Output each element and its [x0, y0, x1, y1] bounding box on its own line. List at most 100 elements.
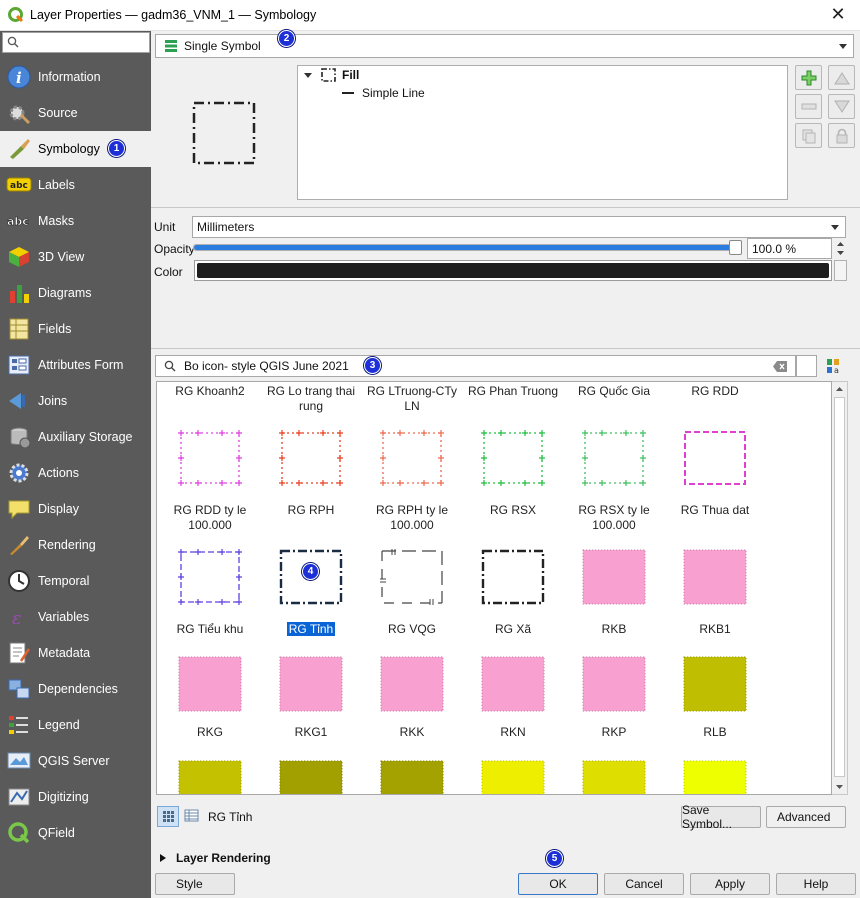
- scroll-thumb[interactable]: [834, 397, 845, 777]
- icon-view-toggle[interactable]: [157, 806, 179, 827]
- symbol-thumbnail[interactable]: [279, 760, 343, 794]
- sidebar-item-legend[interactable]: Legend: [0, 707, 151, 743]
- sidebar-item-auxiliary-storage[interactable]: Auxiliary Storage: [0, 419, 151, 455]
- sidebar-item-variables[interactable]: ε Variables: [0, 599, 151, 635]
- cube-3d-icon: [6, 244, 32, 270]
- sidebar-item-labels[interactable]: abc Labels: [0, 167, 151, 203]
- tree-row-simple-line[interactable]: Simple Line: [342, 84, 425, 102]
- remove-layer-button[interactable]: [795, 94, 822, 119]
- grid-scrollbar[interactable]: [832, 381, 848, 795]
- dependencies-icon: [6, 676, 32, 702]
- sidebar-item-dependencies[interactable]: Dependencies: [0, 671, 151, 707]
- tree-row-fill[interactable]: Fill: [304, 66, 359, 84]
- badge-2: 2: [278, 30, 295, 47]
- color-button[interactable]: [194, 260, 832, 281]
- move-down-button[interactable]: [828, 94, 855, 119]
- symbol-thumbnail[interactable]: [279, 430, 343, 486]
- lock-layer-button[interactable]: [828, 123, 855, 148]
- symbol-thumbnail[interactable]: [582, 549, 646, 605]
- symbol-thumbnail[interactable]: [481, 760, 545, 794]
- symbol-thumbnail[interactable]: [380, 760, 444, 794]
- layer-rendering-section[interactable]: Layer Rendering: [160, 851, 271, 865]
- symbol-thumbnail[interactable]: [178, 549, 242, 605]
- expand-arrow-icon[interactable]: [304, 72, 312, 78]
- sidebar-item-rendering[interactable]: Rendering: [0, 527, 151, 563]
- symbol-thumbnail[interactable]: [279, 656, 343, 712]
- sidebar-item-qfield[interactable]: QField: [0, 815, 151, 851]
- duplicate-layer-button[interactable]: [795, 123, 822, 148]
- sidebar-item-source[interactable]: Source: [0, 95, 151, 131]
- list-view-toggle[interactable]: [181, 806, 203, 827]
- sidebar-item-masks[interactable]: abc Masks: [0, 203, 151, 239]
- symbol-label: RKB: [601, 622, 627, 636]
- symbol-thumbnail[interactable]: [683, 656, 747, 712]
- apply-button[interactable]: Apply: [690, 873, 770, 895]
- cancel-button[interactable]: Cancel: [604, 873, 684, 895]
- renderer-combo[interactable]: Single Symbol: [155, 34, 854, 58]
- symbol-thumbnail[interactable]: [481, 656, 545, 712]
- sidebar-item-temporal[interactable]: Temporal: [0, 563, 151, 599]
- sidebar-item-diagrams[interactable]: Diagrams: [0, 275, 151, 311]
- symbol-library-grid[interactable]: RG Khoanh2 RG Lo trang thai rung RG LTruon…: [156, 381, 832, 795]
- sidebar-item-label: Digitizing: [38, 790, 89, 804]
- opacity-spinbox[interactable]: 100.0 %: [747, 238, 832, 259]
- sidebar-item-label: Legend: [38, 718, 80, 732]
- scroll-down-icon[interactable]: [832, 780, 847, 794]
- library-search-input[interactable]: Bo icon- style QGIS June 2021: [155, 355, 796, 377]
- symbol-thumbnail[interactable]: [178, 760, 242, 794]
- sidebar-item-digitizing[interactable]: Digitizing: [0, 779, 151, 815]
- separator: [151, 348, 860, 349]
- sidebar-item-display[interactable]: Display: [0, 491, 151, 527]
- symbol-thumbnail[interactable]: [582, 430, 646, 486]
- opacity-slider-handle[interactable]: [729, 240, 742, 255]
- symbol-thumbnail[interactable]: [683, 760, 747, 794]
- help-button[interactable]: Help: [776, 873, 856, 895]
- unit-combo[interactable]: Millimeters: [192, 216, 846, 238]
- sidebar-item-fields[interactable]: Fields: [0, 311, 151, 347]
- move-up-button[interactable]: [828, 65, 855, 90]
- opacity-slider[interactable]: [193, 244, 737, 251]
- add-layer-button[interactable]: [795, 65, 822, 90]
- symbol-thumbnail[interactable]: [380, 656, 444, 712]
- search-icon: [7, 36, 19, 48]
- sidebar-item-3d-view[interactable]: 3D View: [0, 239, 151, 275]
- symbol-thumbnail[interactable]: [380, 549, 444, 605]
- symbol-thumbnail[interactable]: [582, 656, 646, 712]
- sidebar-item-qgis-server[interactable]: QGIS Server: [0, 743, 151, 779]
- symbol-layer-tree[interactable]: Fill Simple Line: [297, 65, 788, 200]
- symbol-thumbnail[interactable]: [683, 430, 747, 486]
- symbol-thumbnail[interactable]: [481, 430, 545, 486]
- sidebar-item-label: Attributes Form: [38, 358, 124, 372]
- sidebar-item-joins[interactable]: Joins: [0, 383, 151, 419]
- symbol-thumbnail[interactable]: [582, 760, 646, 794]
- scroll-up-icon[interactable]: [832, 382, 847, 396]
- symbol-thumbnail[interactable]: [178, 656, 242, 712]
- advanced-button[interactable]: Advanced: [766, 806, 846, 828]
- sidebar-item-information[interactable]: i Information: [0, 59, 151, 95]
- clear-search-icon[interactable]: [773, 361, 787, 372]
- library-filter-dropdown[interactable]: [796, 355, 817, 377]
- symbol-thumbnail[interactable]: [481, 549, 545, 605]
- chevron-down-icon: [831, 225, 839, 230]
- symbol-thumbnail[interactable]: [178, 430, 242, 486]
- color-dropdown[interactable]: [834, 260, 847, 281]
- sidebar-item-attributes-form[interactable]: Attributes Form: [0, 347, 151, 383]
- style-manager-icon[interactable]: a: [826, 358, 844, 374]
- sidebar-item-symbology[interactable]: Symbology 1: [0, 131, 151, 167]
- symbol-label: RG RSX ty le 100.000: [578, 503, 650, 532]
- opacity-spin-arrows[interactable]: [834, 238, 847, 259]
- save-symbol-button[interactable]: Save Symbol...: [681, 803, 761, 831]
- sidebar-item-actions[interactable]: Actions: [0, 455, 151, 491]
- renderer-value: Single Symbol: [184, 39, 261, 53]
- ok-button[interactable]: OK: [518, 873, 598, 895]
- legend-icon: [6, 712, 32, 738]
- style-menu-button[interactable]: Style: [155, 873, 235, 895]
- symbol-thumbnail[interactable]: [380, 430, 444, 486]
- sidebar-search-input[interactable]: [2, 32, 150, 53]
- close-icon[interactable]: ✕: [828, 4, 848, 25]
- duplicate-icon: [802, 129, 815, 143]
- symbol-thumbnail[interactable]: [683, 549, 747, 605]
- sidebar-item-metadata[interactable]: Metadata: [0, 635, 151, 671]
- list-view-icon: [184, 809, 199, 822]
- symbol-label: RKP: [601, 725, 627, 739]
